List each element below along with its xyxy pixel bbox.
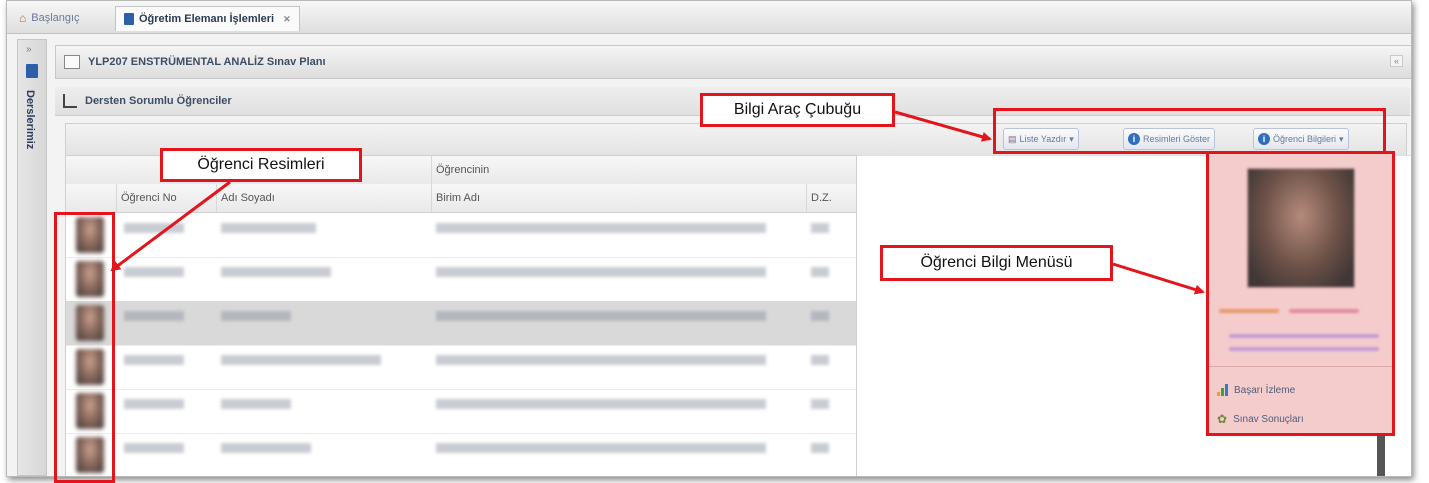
students-icon bbox=[63, 94, 77, 108]
tab-home-label: Başlangıç bbox=[31, 12, 80, 24]
student-no-cell bbox=[124, 443, 184, 453]
menu-highlight bbox=[1206, 151, 1395, 436]
expand-sidebar-button[interactable]: » bbox=[26, 44, 32, 55]
name-cell bbox=[221, 355, 381, 365]
name-cell bbox=[221, 443, 311, 453]
grid-column-headers: Öğrenci No Adı Soyadı Birim Adı D.Z. bbox=[66, 184, 856, 213]
table-row[interactable] bbox=[66, 389, 856, 434]
vertical-scrollbar[interactable] bbox=[1377, 435, 1385, 476]
unit-cell bbox=[436, 223, 766, 233]
dz-cell bbox=[811, 399, 829, 409]
callout-photos: Öğrenci Resimleri bbox=[160, 148, 362, 182]
column-header-student-no[interactable]: Öğrenci No bbox=[116, 184, 216, 212]
unit-cell bbox=[436, 311, 766, 321]
dz-cell bbox=[811, 311, 829, 321]
book-icon bbox=[124, 13, 134, 25]
name-cell bbox=[221, 311, 291, 321]
table-row[interactable] bbox=[66, 433, 856, 476]
sidebar: » Derslerimiz bbox=[17, 39, 47, 476]
name-cell bbox=[221, 223, 316, 233]
sidebar-label[interactable]: Derslerimiz bbox=[24, 90, 36, 149]
unit-cell bbox=[436, 399, 766, 409]
dz-cell bbox=[811, 443, 829, 453]
column-header-name[interactable]: Adı Soyadı bbox=[216, 184, 431, 212]
table-row[interactable] bbox=[66, 213, 856, 258]
callout-menu: Öğrenci Bilgi Menüsü bbox=[880, 245, 1113, 281]
callout-toolbar: Bilgi Araç Çubuğu bbox=[700, 93, 895, 127]
unit-cell bbox=[436, 267, 766, 277]
tab-home[interactable]: ⌂ Başlangıç bbox=[11, 6, 88, 30]
courses-icon bbox=[26, 64, 38, 78]
group-header-student: Öğrencinin bbox=[431, 156, 856, 184]
student-no-cell bbox=[124, 355, 184, 365]
column-header-unit[interactable]: Birim Adı bbox=[431, 184, 806, 212]
student-no-cell bbox=[124, 267, 184, 277]
close-tab-icon[interactable]: ✕ bbox=[283, 14, 291, 25]
window-icon bbox=[64, 55, 80, 69]
tab-staff-operations-label: Öğretim Elemanı İşlemleri bbox=[139, 13, 275, 25]
column-header-dz[interactable]: D.Z. bbox=[806, 184, 856, 212]
table-row-selected[interactable] bbox=[66, 301, 856, 346]
dz-cell bbox=[811, 267, 829, 277]
students-grid: Öğrencinin Öğrenci No Adı Soyadı Birim A… bbox=[65, 155, 857, 476]
student-no-cell bbox=[124, 399, 184, 409]
unit-cell bbox=[436, 355, 766, 365]
panel-title: YLP207 ENSTRÜMENTAL ANALİZ Sınav Planı bbox=[88, 56, 326, 68]
photos-highlight bbox=[54, 212, 115, 483]
toolbar-highlight bbox=[993, 108, 1386, 154]
section-title: Dersten Sorumlu Öğrenciler bbox=[85, 95, 232, 107]
table-row[interactable] bbox=[66, 257, 856, 302]
home-icon: ⌂ bbox=[19, 11, 27, 25]
dz-cell bbox=[811, 355, 829, 365]
exam-plan-panel-header: YLP207 ENSTRÜMENTAL ANALİZ Sınav Planı « bbox=[55, 45, 1411, 79]
name-cell bbox=[221, 399, 291, 409]
tab-bar: ⌂ Başlangıç Öğretim Elemanı İşlemleri ✕ bbox=[7, 1, 1411, 34]
table-row[interactable] bbox=[66, 345, 856, 390]
tab-staff-operations[interactable]: Öğretim Elemanı İşlemleri ✕ bbox=[115, 6, 300, 31]
unit-cell bbox=[436, 443, 766, 453]
app-window: ⌂ Başlangıç Öğretim Elemanı İşlemleri ✕ … bbox=[6, 0, 1412, 477]
name-cell bbox=[221, 267, 331, 277]
student-no-cell bbox=[124, 223, 184, 233]
collapse-panel-button[interactable]: « bbox=[1389, 55, 1403, 67]
student-no-cell bbox=[124, 311, 184, 321]
dz-cell bbox=[811, 223, 829, 233]
